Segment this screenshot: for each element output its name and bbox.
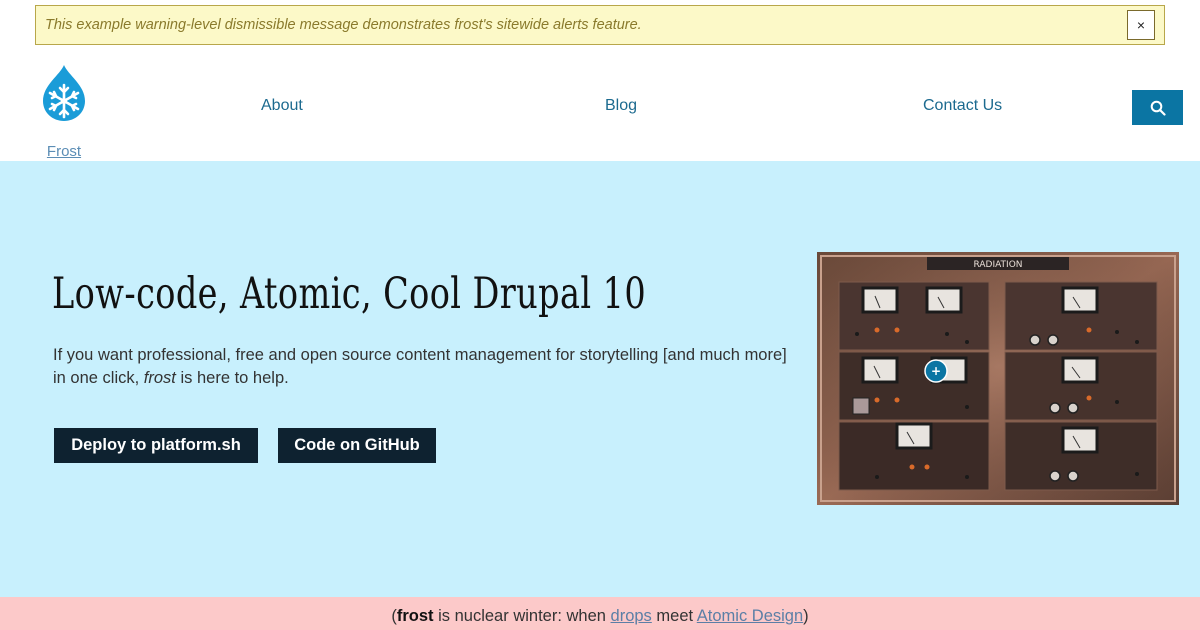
atomic-design-link[interactable]: Atomic Design <box>697 607 803 625</box>
nav-contact-us[interactable]: Contact Us <box>923 97 1002 115</box>
tagline-text-1: is nuclear winter: when <box>433 607 611 625</box>
hero-title: Low-code, Atomic, Cool Drupal 10 <box>52 269 647 319</box>
hero-subtitle: If you want professional, free and open … <box>53 344 793 390</box>
deploy-platform-button[interactable]: Deploy to platform.sh <box>54 428 258 463</box>
tagline-text-2: meet <box>651 607 697 625</box>
logo-label: Frost <box>46 143 82 160</box>
search-icon <box>1150 100 1166 116</box>
svg-text:+: + <box>931 364 941 378</box>
hero-subtitle-brand: frost <box>143 369 176 387</box>
alert-close-button[interactable]: × <box>1127 10 1155 40</box>
code-github-button[interactable]: Code on GitHub <box>278 428 436 463</box>
radiation-panel-image: RADIATION + <box>817 252 1179 505</box>
radiation-sign-text: RADIATION <box>973 260 1022 270</box>
snowflake-drop-icon <box>43 65 85 121</box>
tagline-close-paren: ) <box>803 607 809 625</box>
tagline-text: (frost is nuclear winter: when drops mee… <box>0 597 1200 630</box>
tagline-banner: (frost is nuclear winter: when drops mee… <box>0 597 1200 630</box>
search-button[interactable] <box>1132 90 1183 125</box>
logo-link[interactable]: Frost <box>36 63 92 160</box>
alert-message: This example warning-level dismissible m… <box>45 17 642 33</box>
nav-about[interactable]: About <box>261 97 303 115</box>
sitewide-alert: This example warning-level dismissible m… <box>35 5 1165 45</box>
hero-section: Low-code, Atomic, Cool Drupal 10 If you … <box>0 161 1200 597</box>
nav-blog[interactable]: Blog <box>605 97 637 115</box>
hero-subtitle-text-2: is here to help. <box>175 369 289 387</box>
drops-link[interactable]: drops <box>611 607 652 625</box>
tagline-brand: frost <box>396 607 434 625</box>
site-header: Frost About Blog Contact Us <box>0 50 1200 160</box>
